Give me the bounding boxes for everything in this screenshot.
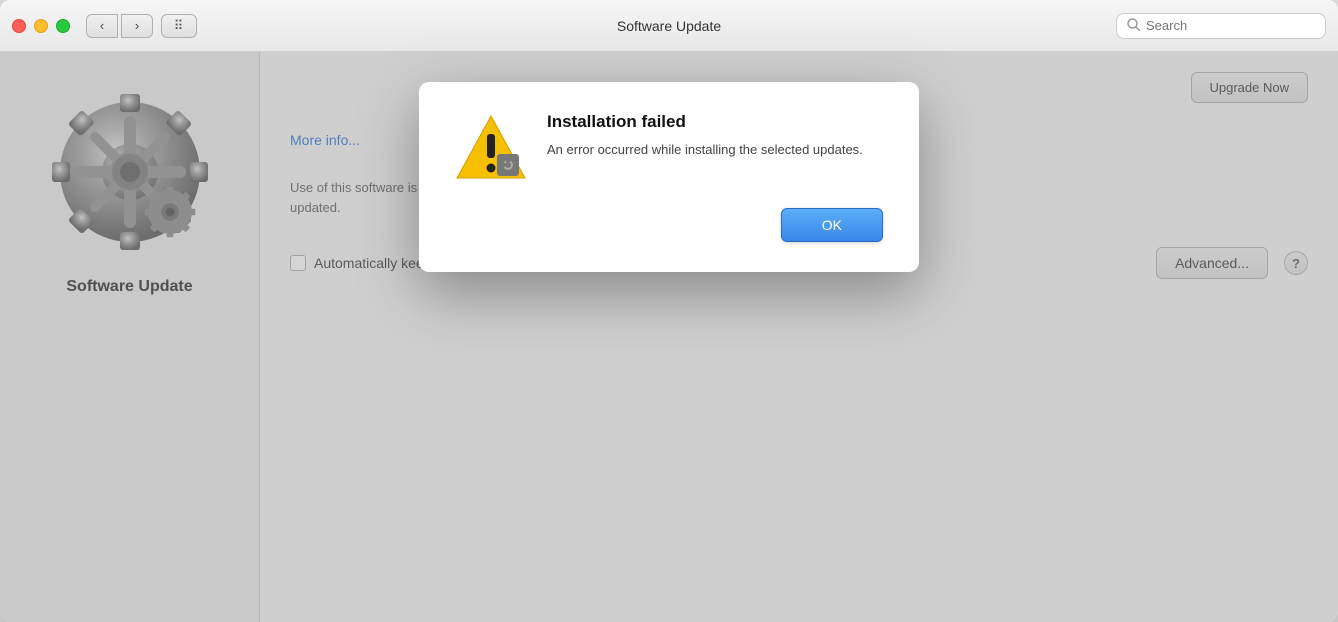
dialog-text: Installation failed An error occurred wh… (547, 112, 883, 160)
modal-overlay: Installation failed An error occurred wh… (0, 52, 1338, 622)
warning-icon (455, 112, 527, 184)
dialog-title: Installation failed (547, 112, 883, 132)
dialog-body: Installation failed An error occurred wh… (455, 112, 883, 184)
close-button[interactable] (12, 19, 26, 33)
forward-button[interactable]: › (121, 14, 153, 38)
ok-button[interactable]: OK (781, 208, 883, 242)
window-title: Software Update (617, 18, 721, 34)
main-window: ‹ › ⠿ Software Update (0, 0, 1338, 622)
dialog-footer: OK (455, 208, 883, 242)
maximize-button[interactable] (56, 19, 70, 33)
error-dialog: Installation failed An error occurred wh… (419, 82, 919, 272)
title-bar: ‹ › ⠿ Software Update (0, 0, 1338, 52)
search-icon (1127, 18, 1140, 34)
minimize-button[interactable] (34, 19, 48, 33)
search-input[interactable] (1146, 18, 1315, 33)
traffic-lights (12, 19, 70, 33)
search-box[interactable] (1116, 13, 1326, 39)
dialog-message: An error occurred while installing the s… (547, 140, 883, 160)
back-button[interactable]: ‹ (86, 14, 118, 38)
nav-buttons: ‹ › (86, 14, 153, 38)
grid-button[interactable]: ⠿ (161, 14, 197, 38)
